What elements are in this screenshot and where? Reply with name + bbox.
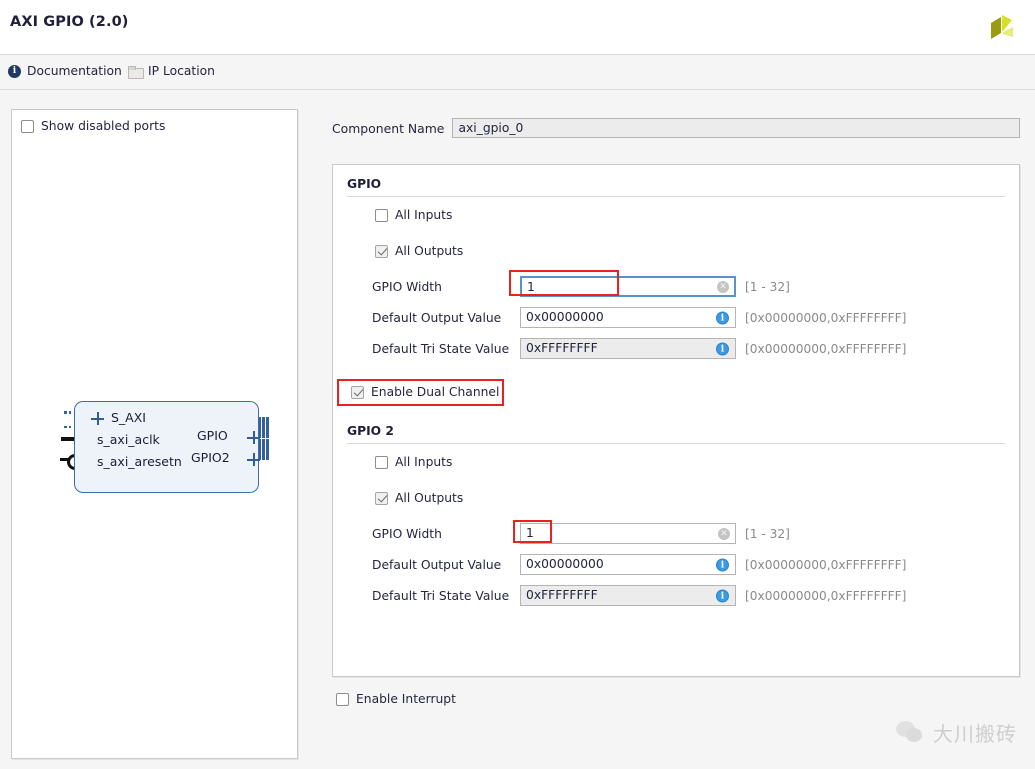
port-label-gpio2: GPIO2	[191, 450, 230, 465]
component-name-label: Component Name	[332, 120, 445, 136]
watermark: 大川搬砖	[896, 718, 1017, 747]
gpio2-default-output-range: [0x00000000,0xFFFFFFFF]	[745, 557, 907, 572]
expand-s-axi-icon[interactable]	[91, 412, 104, 425]
gpio-settings-groupbox: GPIO All Inputs All Outputs GPIO Width 1…	[332, 164, 1020, 677]
gpio2-section-divider	[347, 443, 1005, 444]
gpio-all-inputs-label: All Inputs	[395, 208, 453, 222]
ip-block-body: S_AXI s_axi_aclk s_axi_aresetn GPIO GPIO…	[74, 401, 260, 493]
gpio2-default-output-value: 0x00000000	[526, 557, 604, 571]
watermark-text: 大川搬砖	[933, 722, 1017, 746]
gpio2-default-output-field[interactable]: 0x00000000 i	[520, 554, 736, 575]
gpio2-width-row: GPIO Width 1 ✕ [1 - 32]	[372, 523, 790, 544]
gpio-section-divider	[347, 196, 1005, 197]
ip-symbol-panel: Show disabled ports S_AXI s_axi_aclk s_a…	[11, 109, 298, 759]
gpio-all-inputs-checkbox[interactable]: All Inputs	[375, 208, 452, 222]
info-circle-icon: i	[8, 64, 21, 78]
gpio2-default-output-label: Default Output Value	[372, 557, 502, 572]
info-icon[interactable]: i	[716, 589, 729, 602]
info-icon[interactable]: i	[716, 311, 729, 324]
gpio-all-outputs-checkbox[interactable]: All Outputs	[375, 244, 463, 258]
gpio2-width-field[interactable]: 1 ✕	[520, 523, 736, 544]
info-icon[interactable]: i	[716, 558, 729, 571]
gpio2-all-outputs-checkbox[interactable]: All Outputs	[375, 491, 463, 505]
bus-pin-icon	[64, 411, 72, 428]
gpio2-width-label: GPIO Width	[372, 526, 442, 541]
gpio2-width-value: 1	[526, 526, 534, 540]
ip-configuration-dialog: AXI GPIO (2.0) i Documentation IP Locati…	[0, 0, 1035, 769]
ip-block-diagram: S_AXI s_axi_aclk s_axi_aresetn GPIO GPIO…	[60, 392, 282, 502]
info-icon[interactable]: i	[716, 342, 729, 355]
gpio2-section-title: GPIO 2	[347, 424, 394, 438]
port-label-gpio: GPIO	[197, 428, 228, 443]
gpio-width-range: [1 - 32]	[745, 279, 790, 294]
wechat-icon	[896, 720, 924, 745]
gpio2-default-tri-label: Default Tri State Value	[372, 588, 510, 603]
component-name-row: Component Name	[332, 118, 1021, 138]
gpio-default-output-field[interactable]: 0x00000000 i	[520, 307, 736, 328]
clear-icon[interactable]: ✕	[718, 527, 730, 540]
gpio-width-field[interactable]: 1 ✕	[520, 276, 736, 297]
enable-dual-channel-box[interactable]	[351, 385, 364, 399]
enable-dual-channel-label: Enable Dual Channel	[371, 385, 500, 399]
gpio2-all-outputs-label: All Outputs	[395, 491, 464, 505]
gpio2-default-tri-value: 0xFFFFFFFF	[526, 588, 598, 602]
port-label-aresetn: s_axi_aresetn	[97, 454, 182, 469]
gpio2-all-inputs-label: All Inputs	[395, 455, 453, 469]
gpio-default-tri-row: Default Tri State Value 0xFFFFFFFF i [0x…	[372, 338, 906, 359]
component-name-input[interactable]	[452, 118, 1021, 138]
show-disabled-ports-checkbox[interactable]: Show disabled ports	[21, 119, 165, 133]
page-title: AXI GPIO (2.0)	[10, 14, 129, 30]
gpio-width-value: 1	[527, 280, 535, 294]
gpio2-width-range: [1 - 32]	[745, 526, 790, 541]
gpio2-all-outputs-box[interactable]	[375, 491, 388, 505]
gpio-all-outputs-box[interactable]	[375, 244, 388, 258]
gpio2-default-tri-row: Default Tri State Value 0xFFFFFFFF i [0x…	[372, 585, 906, 606]
ip-location-button[interactable]: IP Location	[128, 64, 215, 79]
gpio-default-tri-range: [0x00000000,0xFFFFFFFF]	[745, 341, 907, 356]
gpio-default-tri-label: Default Tri State Value	[372, 341, 510, 356]
show-disabled-ports-label: Show disabled ports	[41, 119, 166, 133]
gpio-default-output-value: 0x00000000	[526, 310, 604, 324]
gpio-all-inputs-box[interactable]	[375, 208, 388, 222]
documentation-button[interactable]: i Documentation	[8, 64, 122, 78]
expand-gpio-icon[interactable]	[247, 431, 260, 444]
expand-gpio2-icon[interactable]	[247, 453, 260, 466]
gpio-width-row: GPIO Width 1 ✕ [1 - 32]	[372, 276, 790, 297]
enable-interrupt-box[interactable]	[336, 692, 349, 706]
gpio-default-output-label: Default Output Value	[372, 310, 502, 325]
port-label-aclk: s_axi_aclk	[97, 432, 160, 447]
gpio2-default-output-row: Default Output Value 0x00000000 i [0x000…	[372, 554, 906, 575]
show-disabled-ports-box[interactable]	[21, 119, 34, 133]
xilinx-logo-icon	[991, 15, 1013, 39]
gpio-default-tri-field[interactable]: 0xFFFFFFFF i	[520, 338, 736, 359]
gpio-all-outputs-label: All Outputs	[395, 244, 464, 258]
gpio-default-tri-value: 0xFFFFFFFF	[526, 341, 598, 355]
title-bar: AXI GPIO (2.0)	[0, 0, 1035, 55]
enable-dual-channel-checkbox[interactable]: Enable Dual Channel	[351, 385, 499, 399]
clear-icon[interactable]: ✕	[717, 280, 729, 293]
gpio2-default-tri-field[interactable]: 0xFFFFFFFF i	[520, 585, 736, 606]
gpio-section-title: GPIO	[347, 177, 382, 191]
enable-interrupt-checkbox[interactable]: Enable Interrupt	[336, 692, 456, 706]
documentation-label: Documentation	[27, 64, 122, 78]
ip-location-label: IP Location	[148, 64, 215, 78]
gpio2-all-inputs-checkbox[interactable]: All Inputs	[375, 455, 452, 469]
gpio-default-output-range: [0x00000000,0xFFFFFFFF]	[745, 310, 907, 325]
gpio-width-label: GPIO Width	[372, 279, 442, 294]
enable-interrupt-label: Enable Interrupt	[356, 692, 456, 706]
gpio2-default-tri-range: [0x00000000,0xFFFFFFFF]	[745, 588, 907, 603]
gpio2-all-inputs-box[interactable]	[375, 455, 388, 469]
toolbar: i Documentation IP Location	[0, 56, 1035, 90]
port-label-s-axi: S_AXI	[111, 410, 146, 425]
gpio-default-output-row: Default Output Value 0x00000000 i [0x000…	[372, 307, 906, 328]
folder-icon	[128, 65, 144, 79]
